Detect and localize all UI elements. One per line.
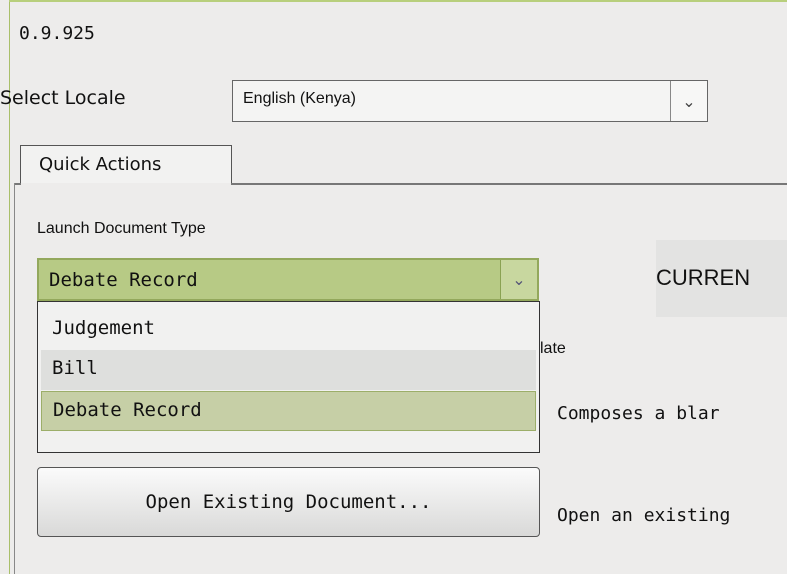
chevron-down-icon: ⌄ — [682, 92, 696, 111]
current-section-heading: CURREN — [656, 265, 751, 290]
option-bill[interactable]: Bill — [41, 350, 536, 390]
launch-document-type-label: Launch Document Type — [37, 220, 206, 237]
template-label: late — [540, 340, 566, 357]
locale-selected-value: English (Kenya) — [243, 90, 356, 107]
locale-dropdown-button[interactable]: ⌄ — [670, 81, 707, 121]
document-type-selected-value: Debate Record — [49, 269, 198, 291]
open-existing-description: Open an existing — [557, 505, 731, 526]
tab-panel-border-left — [14, 183, 15, 574]
chevron-down-icon: ⌄ — [512, 270, 526, 289]
locale-label: Select Locale — [0, 87, 126, 109]
option-debate-record[interactable]: Debate Record — [41, 391, 536, 431]
tab-panel-gap — [21, 183, 231, 186]
document-type-options-list: Judgement Bill Debate Record — [37, 301, 540, 453]
tab-quick-actions[interactable]: Quick Actions — [20, 145, 232, 185]
version-label: 0.9.925 — [19, 23, 95, 44]
compose-description: Composes a blar — [557, 403, 720, 424]
option-judgement[interactable]: Judgement — [41, 310, 536, 350]
locale-select[interactable]: English (Kenya) ⌄ — [232, 80, 708, 122]
document-type-select[interactable]: Debate Record ⌄ — [37, 258, 539, 301]
document-type-dropdown-button[interactable]: ⌄ — [500, 260, 537, 299]
open-existing-document-button[interactable]: Open Existing Document... — [37, 467, 540, 537]
window-top-border — [9, 0, 787, 2]
